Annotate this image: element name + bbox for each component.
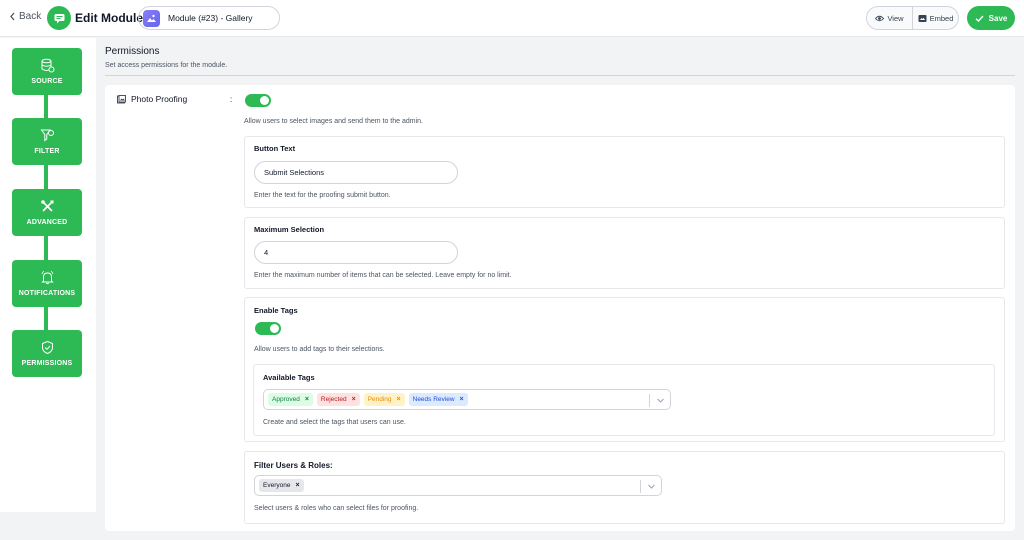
remove-tag-icon[interactable]: × [460,396,464,403]
bell-icon [40,270,54,285]
maximum-selection-label: Maximum Selection [254,225,325,234]
remove-tag-icon[interactable]: × [397,396,401,403]
sidebar-item-permissions[interactable]: PERMISSIONS [12,330,82,377]
embed-icon [918,14,927,22]
photo-proofing-help: Allow users to select images and send th… [244,118,423,125]
database-icon [41,58,54,73]
remove-tag-icon[interactable]: × [295,482,299,489]
photo-proofing-toggle[interactable] [245,94,271,107]
back-label: Back [19,11,42,22]
maximum-selection-input[interactable]: 4 [254,241,458,264]
check-icon [975,15,984,22]
sidebar-item-advanced[interactable]: ADVANCED [12,189,82,236]
tag-label: Everyone [263,482,291,489]
sidebar-footer [0,512,96,540]
tag-needs-review: Needs Review × [408,393,468,406]
save-button[interactable]: Save [967,6,1015,30]
tools-icon [40,200,53,212]
enable-tags-label: Enable Tags [254,306,298,315]
button-text-label: Button Text [254,144,296,153]
photo-proofing-icon [117,94,126,103]
chevron-down-icon[interactable] [656,396,665,405]
tag-pending: Pending × [363,393,405,406]
sidebar-item-label: PERMISSIONS [21,360,73,367]
app-logo-icon [47,6,71,30]
sidebar-item-filter[interactable]: FILTER [12,118,82,165]
tag-rejected: Rejected × [316,393,360,406]
tag-label: Rejected [320,396,347,403]
label-separator: : [230,95,233,104]
button-text-input[interactable]: Submit Selections [254,161,458,184]
filter-users-help: Select users & roles who can select file… [254,505,419,512]
tag-label: Needs Review [412,396,455,403]
remove-tag-icon[interactable]: × [352,396,356,403]
shield-check-icon [41,340,53,355]
section-subtitle: Set access permissions for the module. [105,62,228,69]
photo-proofing-label: Photo Proofing [117,94,187,104]
enable-tags-help: Allow users to add tags to their selecti… [254,346,385,353]
section-divider [105,75,1015,76]
button-text-help: Enter the text for the proofing submit b… [254,192,391,199]
maximum-selection-help: Enter the maximum number of items that c… [254,272,512,279]
sidebar-item-label: SOURCE [31,78,63,85]
select-separator [640,480,641,493]
tag-approved: Approved × [268,393,313,406]
available-tags-label: Available Tags [263,373,315,382]
enable-tags-toggle[interactable] [255,322,281,335]
sidebar-item-source[interactable]: SOURCE [12,48,82,95]
sidebar-item-label: ADVANCED [26,219,68,226]
photo-proofing-text: Photo Proofing [131,94,188,104]
remove-tag-icon[interactable]: × [305,396,309,403]
filter-users-select[interactable]: Everyone × [254,475,662,496]
module-name: Module (#23) - Gallery [168,13,253,23]
page-title: Edit Module [75,11,143,25]
selected-role-everyone: Everyone × [259,479,304,492]
module-selector[interactable]: Module (#23) - Gallery [138,6,280,30]
chevron-left-icon [10,12,15,21]
sidebar-item-label: FILTER [34,148,60,155]
tag-label: Approved [272,396,300,403]
top-bar: Back Edit Module Module (#23) - Gallery … [0,0,1024,37]
view-label: View [887,13,904,23]
tag-label: Pending [367,396,392,403]
gallery-icon [143,9,160,27]
embed-button[interactable]: Embed [912,7,958,29]
available-tags-help: Create and select the tags that users ca… [263,419,406,426]
back-button[interactable]: Back [9,11,41,22]
section-title: Permissions [105,46,160,57]
view-embed-group: View Embed [866,6,959,30]
save-label: Save [988,13,1008,23]
filter-users-label: Filter Users & Roles: [254,461,333,470]
sidebar-item-notifications[interactable]: NOTIFICATIONS [12,260,82,307]
select-separator [649,394,650,407]
eye-icon [875,15,885,21]
embed-label: Embed [929,13,954,23]
view-button[interactable]: View [867,7,912,29]
chevron-down-icon[interactable] [647,482,656,491]
available-tags-select[interactable]: Approved × Rejected × Pending × Needs Re… [263,389,671,410]
sidebar-item-label: NOTIFICATIONS [18,290,76,297]
filter-icon [40,129,54,142]
